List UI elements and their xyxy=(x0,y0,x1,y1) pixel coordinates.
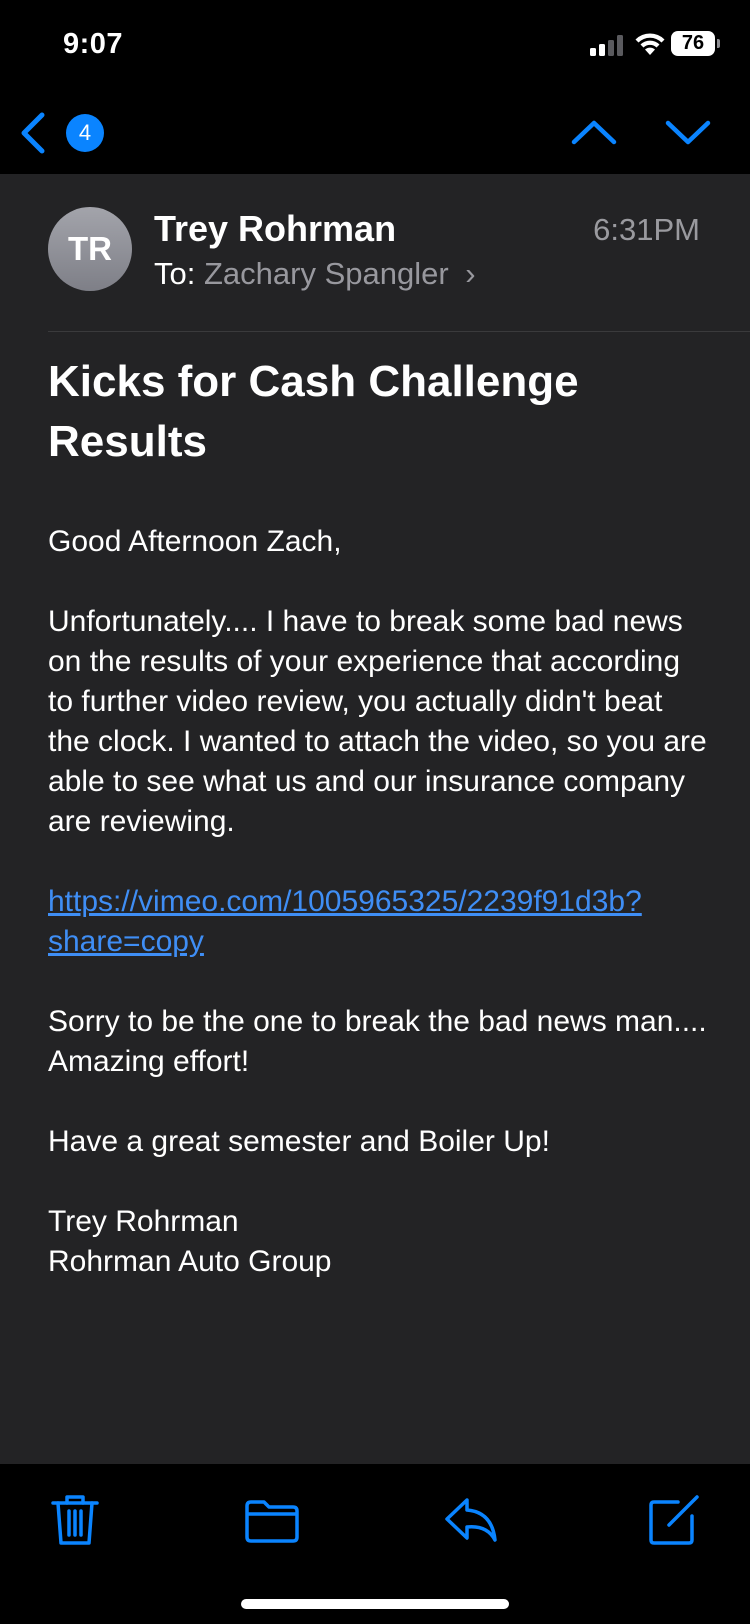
recipient-name: Zachary Spangler xyxy=(203,256,449,291)
status-bar: 9:07 76 xyxy=(0,0,750,90)
message-body: Good Afternoon Zach, Unfortunately.... I… xyxy=(48,522,708,1282)
divider xyxy=(48,331,750,332)
home-indicator xyxy=(241,1599,509,1609)
message-subject: Kicks for Cash Challenge Results xyxy=(48,357,579,466)
folder-icon[interactable] xyxy=(242,1490,302,1550)
chevron-right-icon: › xyxy=(465,256,476,291)
recipient-line[interactable]: To: Zachary Spangler › xyxy=(154,256,476,292)
unread-count-badge: 4 xyxy=(66,114,104,152)
to-label: To: xyxy=(154,256,196,291)
video-link[interactable]: https://vimeo.com/1005965325/2239f91d3b?… xyxy=(48,885,642,958)
chevron-up-icon[interactable] xyxy=(570,112,618,152)
body-paragraph: Unfortunately.... I have to break some b… xyxy=(48,605,707,838)
sender-name[interactable]: Trey Rohrman xyxy=(154,208,396,250)
body-paragraph: Sorry to be the one to break the bad new… xyxy=(48,1005,707,1078)
greeting: Good Afternoon Zach, xyxy=(48,525,342,558)
wifi-icon xyxy=(635,33,665,55)
signature-name: Trey Rohrman xyxy=(48,1205,239,1238)
cellular-signal-icon xyxy=(590,34,626,56)
compose-icon[interactable] xyxy=(644,1490,704,1550)
status-time: 9:07 xyxy=(63,28,124,60)
nav-bar: 4 xyxy=(0,90,750,174)
trash-icon[interactable] xyxy=(45,1490,105,1550)
chevron-down-icon[interactable] xyxy=(664,112,712,152)
body-paragraph: Have a great semester and Boiler Up! xyxy=(48,1125,550,1158)
message-time: 6:31PM xyxy=(593,212,700,247)
battery-icon: 76 xyxy=(671,31,715,56)
message-view: TR Trey Rohrman 6:31PM To: Zachary Spang… xyxy=(0,174,750,1464)
back-button[interactable]: 4 xyxy=(14,108,124,158)
signature-company: Rohrman Auto Group xyxy=(48,1245,332,1278)
video-link-paragraph: https://vimeo.com/1005965325/2239f91d3b?… xyxy=(48,882,708,962)
reply-icon[interactable] xyxy=(442,1490,502,1550)
avatar[interactable]: TR xyxy=(48,207,132,291)
back-chevron-icon xyxy=(21,112,45,154)
battery-cap xyxy=(717,39,720,48)
